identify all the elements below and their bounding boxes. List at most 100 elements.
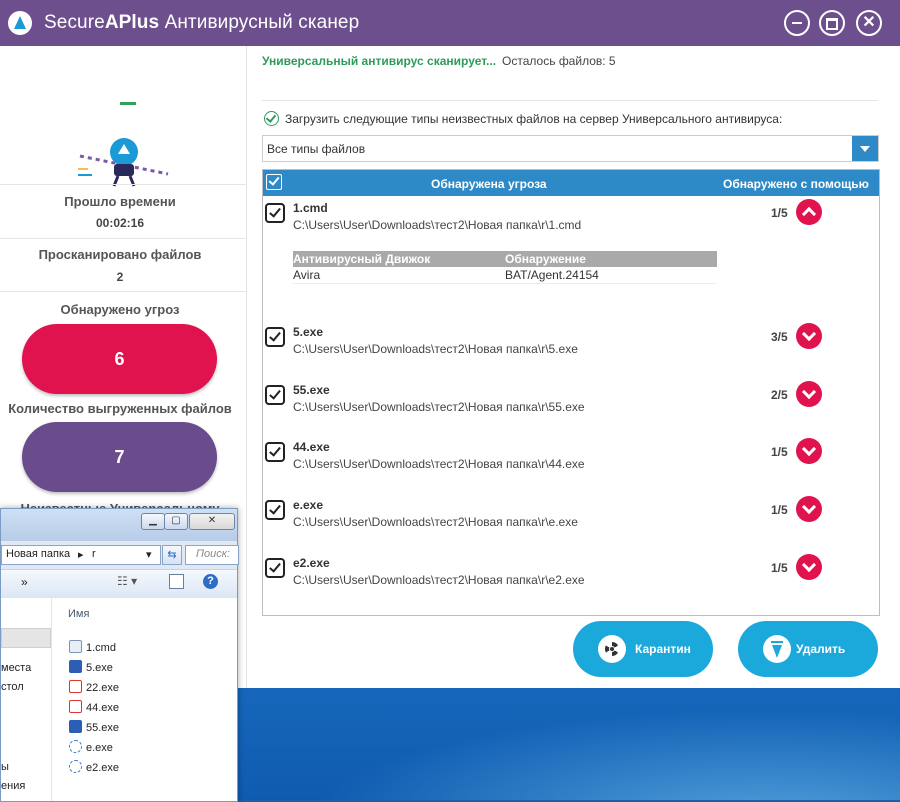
threat-file-name: 44.exe <box>293 440 330 454</box>
scanned-files-value: 2 <box>116 270 124 284</box>
explorer-maximize-button[interactable]: ▢ <box>164 513 188 530</box>
table-row[interactable]: 1.cmd C:\Users\User\Downloads\тест2\Нова… <box>263 197 879 313</box>
list-item[interactable]: e2.exe <box>69 760 119 776</box>
threat-file-name: 55.exe <box>293 383 330 397</box>
chevron-down-icon[interactable] <box>852 136 878 161</box>
upload-checkbox[interactable] <box>264 111 279 126</box>
explorer-window[interactable]: ▁ ▢ ✕ Новая папка ▸ r ▾ ⇆ Поиск: » ☷ ▾ ?… <box>0 508 239 802</box>
detection-ratio: 1/5 <box>771 503 788 517</box>
details-header: Антивирусный Движок Обнаружение <box>293 251 717 267</box>
scanner-mascot-icon <box>78 102 169 187</box>
preview-pane-icon[interactable] <box>169 574 184 589</box>
row-checkbox[interactable] <box>265 500 285 520</box>
file-types-selected-value: Все типы файлов <box>267 142 366 156</box>
upload-unknown-option[interactable]: Загрузить следующие типы неизвестных фай… <box>264 111 782 126</box>
row-checkbox[interactable] <box>265 327 285 347</box>
nav-item[interactable]: ы <box>1 761 9 773</box>
address-segment[interactable]: r <box>92 548 96 560</box>
refresh-icon[interactable]: ⇆ <box>162 545 182 565</box>
detection-ratio: 1/5 <box>771 206 788 220</box>
threats-table: Обнаружена угроза Обнаружено с помощью 1… <box>262 169 880 616</box>
upload-option-label: Загрузить следующие типы неизвестных фай… <box>285 112 783 126</box>
column-name-header[interactable]: Имя <box>68 608 89 620</box>
explorer-search-input[interactable]: Поиск: <box>185 545 239 565</box>
nav-item[interactable]: стол <box>1 681 24 693</box>
table-row[interactable]: 55.exe C:\Users\User\Downloads\тест2\Нов… <box>263 379 879 429</box>
list-item[interactable]: e.exe <box>69 740 113 756</box>
title-bar[interactable]: SecureAPlus Антивирусный сканер ✕ <box>0 0 900 46</box>
address-separator: ▸ <box>78 549 84 561</box>
list-item[interactable]: 1.cmd <box>69 640 116 656</box>
threat-file-path: C:\Users\User\Downloads\тест2\Новая папк… <box>293 342 578 356</box>
expand-icon[interactable] <box>796 496 822 522</box>
details-row: Avira BAT/Agent.24154 <box>293 267 717 284</box>
row-checkbox[interactable] <box>265 385 285 405</box>
table-row[interactable]: e.exe C:\Users\User\Downloads\тест2\Нова… <box>263 494 879 544</box>
select-all-checkbox[interactable] <box>266 174 282 190</box>
maximize-button[interactable] <box>819 10 845 36</box>
threats-found-label: Обнаружено угроз <box>60 302 180 317</box>
scan-status: Универсальный антивирус сканирует... Оста… <box>262 54 616 68</box>
explorer-address-bar[interactable]: Новая папка ▸ r ▾ <box>1 545 161 565</box>
file-types-dropdown[interactable]: Все типы файлов <box>262 135 879 162</box>
quarantine-button[interactable]: Карантин <box>573 621 713 677</box>
table-row[interactable]: 5.exe C:\Users\User\Downloads\тест2\Нова… <box>263 321 879 371</box>
explorer-toolbar: » ☷ ▾ ? <box>1 569 237 599</box>
row-checkbox[interactable] <box>265 442 285 462</box>
threat-file-path: C:\Users\User\Downloads\тест2\Новая папк… <box>293 400 585 414</box>
exe-file-icon <box>69 760 82 773</box>
search-placeholder: Поиск: <box>196 548 230 560</box>
pdf-file-icon <box>69 700 82 713</box>
explorer-minimize-button[interactable]: ▁ <box>141 513 165 530</box>
explorer-title-bar[interactable]: ▁ ▢ ✕ <box>1 509 237 541</box>
quarantine-label: Карантин <box>635 642 691 656</box>
threats-found-badge: 6 <box>22 324 217 394</box>
nav-selected-item[interactable] <box>1 628 51 648</box>
threat-file-path: C:\Users\User\Downloads\тест2\Новая папк… <box>293 573 585 587</box>
uploaded-files-label: Количество выгруженных файлов <box>8 401 232 416</box>
details-col-engine: Антивирусный Движок <box>293 252 431 266</box>
delete-label: Удалить <box>796 642 846 656</box>
expand-icon[interactable] <box>796 554 822 580</box>
view-options-icon[interactable]: ☷ ▾ <box>117 574 137 588</box>
address-dropdown-icon[interactable]: ▾ <box>146 548 152 561</box>
expand-icon[interactable] <box>796 381 822 407</box>
list-item[interactable]: 44.exe <box>69 700 119 716</box>
delete-button[interactable]: Удалить <box>738 621 878 677</box>
list-item[interactable]: 22.exe <box>69 680 119 696</box>
collapse-icon[interactable] <box>796 199 822 225</box>
divider <box>0 291 246 292</box>
explorer-close-button[interactable]: ✕ <box>189 513 235 530</box>
threat-file-name: e2.exe <box>293 556 330 570</box>
expand-icon[interactable] <box>796 323 822 349</box>
nav-item[interactable]: места <box>1 662 31 674</box>
files-remaining-text: Осталось файлов: 5 <box>502 54 616 68</box>
desktop-swoosh <box>230 690 900 800</box>
expand-icon[interactable] <box>796 438 822 464</box>
toolbar-more-button[interactable]: » <box>21 575 28 589</box>
threat-file-name: e.exe <box>293 498 324 512</box>
list-item[interactable]: 5.exe <box>69 660 113 676</box>
explorer-nav-pane: места стол ы ения <box>1 598 52 801</box>
word-file-icon <box>69 720 82 733</box>
table-row[interactable]: e2.exe C:\Users\User\Downloads\тест2\Нов… <box>263 552 879 602</box>
detection-details: Антивирусный Движок Обнаружение Avira BA… <box>293 251 717 284</box>
row-checkbox[interactable] <box>265 203 285 223</box>
elapsed-time-value: 00:02:16 <box>95 216 145 230</box>
help-icon[interactable]: ? <box>203 574 218 589</box>
threat-file-path: C:\Users\User\Downloads\тест2\Новая папк… <box>293 515 578 529</box>
detection-ratio: 1/5 <box>771 445 788 459</box>
scan-status-text: Универсальный антивирус сканирует... <box>262 54 497 68</box>
close-button[interactable]: ✕ <box>856 10 882 36</box>
row-checkbox[interactable] <box>265 558 285 578</box>
address-segment[interactable]: Новая папка <box>6 548 70 560</box>
scanned-files-label: Просканировано файлов <box>38 247 202 262</box>
table-row[interactable]: 44.exe C:\Users\User\Downloads\тест2\Нов… <box>263 436 879 486</box>
pdf-file-icon <box>69 680 82 693</box>
divider <box>262 100 878 101</box>
minimize-button[interactable] <box>784 10 810 36</box>
explorer-body: места стол ы ения Имя 1.cmd 5.exe 22.exe… <box>1 598 237 801</box>
app-logo-icon <box>8 11 32 35</box>
list-item[interactable]: 55.exe <box>69 720 119 736</box>
nav-item[interactable]: ения <box>1 780 25 792</box>
